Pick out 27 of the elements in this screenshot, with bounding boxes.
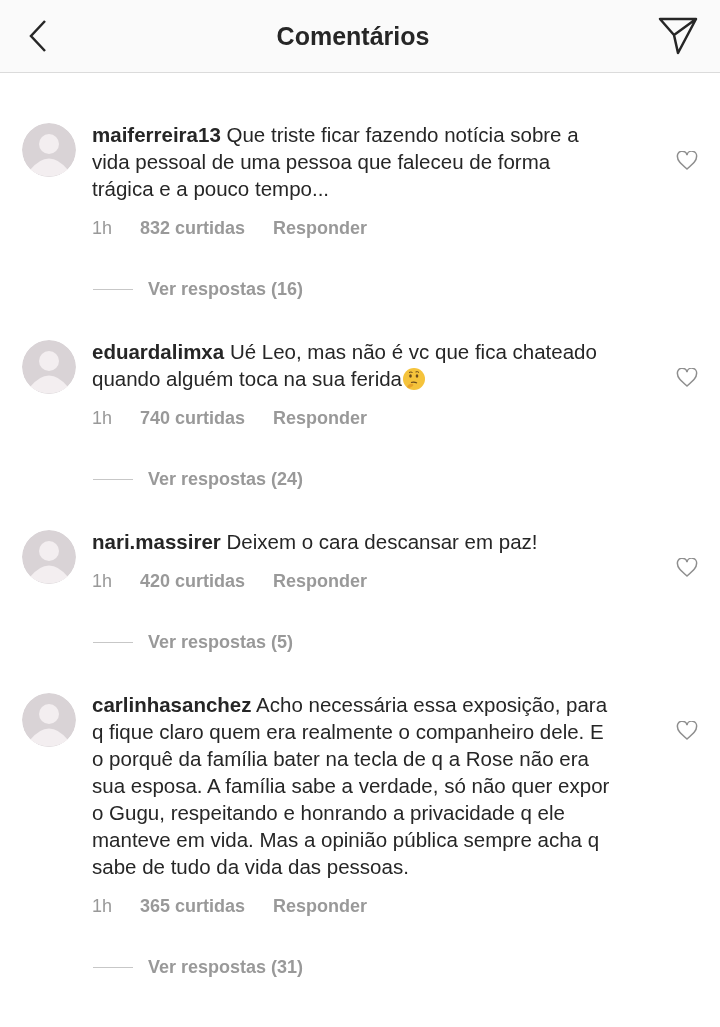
comment-text: maiferreira13 Que triste ficar fazendo notícia sobre a vida pessoal de uma pessoa que faleceu de forma trágica e a pouco tempo... — [92, 122, 580, 202]
comment-time: 1h — [92, 408, 113, 429]
header-title: Comentários — [276, 21, 430, 51]
heart-icon[interactable] — [676, 558, 698, 578]
likes-link[interactable]: 365 curtidas — [140, 896, 246, 917]
comment-text: carlinhasanchez Acho necessária essa exposição, para q fique claro quem era realmente o companheiro dele. E o porquê da família bater na tecla de q a Rose não era sua esposa. A família sabe a verdade, só não quer expor o Gugu, respeitando e honrando a privacidade q ele manteve em vida. Mas a opinião pública sempre acha q sabe de tudo da vida das pessoas. — [92, 692, 611, 880]
likes-link[interactable]: 740 curtidas — [140, 408, 246, 429]
view-replies-link[interactable]: Ver respostas (24) — [148, 469, 304, 490]
comment-text: nari.massirer Deixem o cara descansar em paz! — [92, 529, 539, 555]
reply-link[interactable]: Responder — [273, 571, 368, 592]
heart-icon[interactable] — [676, 368, 698, 388]
reply-link[interactable]: Responder — [273, 896, 368, 917]
heart-icon[interactable] — [676, 721, 698, 741]
reply-link[interactable]: Responder — [273, 218, 368, 239]
view-replies-link[interactable]: Ver respostas (31) — [148, 957, 304, 978]
send-icon[interactable] — [658, 17, 698, 55]
comment-text: eduardalimxa Ué Leo, mas não é vc que fica chateado quando alguém toca na sua ferida — [92, 339, 598, 392]
heart-icon[interactable] — [676, 151, 698, 171]
view-replies-link[interactable]: Ver respostas (16) — [148, 279, 304, 300]
comment-time: 1h — [92, 896, 113, 917]
back-icon[interactable] — [28, 19, 48, 53]
view-replies-link[interactable]: Ver respostas (5) — [148, 632, 294, 653]
reply-link[interactable]: Responder — [273, 408, 368, 429]
comment-time: 1h — [92, 218, 113, 239]
likes-link[interactable]: 832 curtidas — [140, 218, 246, 239]
comment-time: 1h — [92, 571, 113, 592]
likes-link[interactable]: 420 curtidas — [140, 571, 246, 592]
